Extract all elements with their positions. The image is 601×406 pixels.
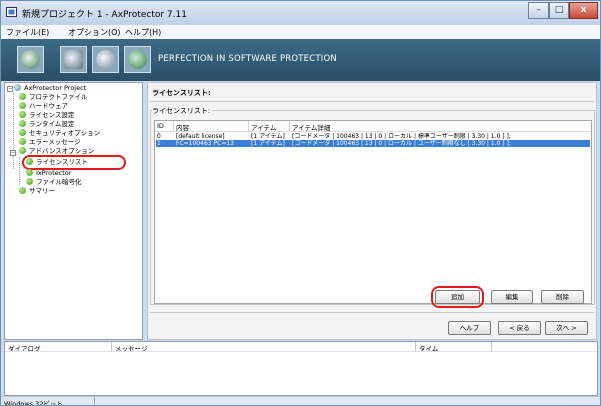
status-icon xyxy=(19,147,26,154)
highlight-ring xyxy=(22,155,126,170)
tree-item-protect-file[interactable]: プロテクトファイル xyxy=(19,93,88,102)
window-title: 新規プロジェクト 1 - AxProtector 7.11 xyxy=(22,10,187,20)
back-button[interactable]: < 戻る xyxy=(498,321,541,335)
edit-button[interactable]: 編集 xyxy=(491,290,533,304)
menu-file[interactable]: ファイル(E) xyxy=(6,27,49,38)
status-icon xyxy=(19,120,26,127)
menu-bar: ファイル(E) オプション(O) ヘルプ(H) xyxy=(1,25,600,40)
maximize-button[interactable]: □ xyxy=(549,2,569,19)
cell-content: FC=100463 PC=13 xyxy=(176,140,234,147)
disc-icon[interactable] xyxy=(92,46,119,73)
tree-item-runtime-settings[interactable]: ランタイム設定 xyxy=(19,120,74,129)
protect-icon[interactable] xyxy=(60,46,87,73)
column-header-id[interactable]: ID xyxy=(157,122,164,130)
page-title: ライセンスリスト: xyxy=(152,89,211,97)
table-row-selected[interactable]: 1 FC=100463 PC=13 [1 アイテム] [コードメータ | 100… xyxy=(156,140,590,147)
cell-id: 0 xyxy=(157,133,161,140)
cell-item: [1 アイテム] xyxy=(251,140,285,147)
help-button[interactable]: ヘルプ xyxy=(448,321,491,335)
status-icon xyxy=(19,138,26,145)
tree-item-license-settings[interactable]: ライセンス設定 xyxy=(19,111,74,120)
banner-tagline: PERFECTION IN SOFTWARE PROTECTION xyxy=(158,54,337,64)
title-bar[interactable]: 新規プロジェクト 1 - AxProtector 7.11 – □ x xyxy=(1,1,600,25)
project-icon[interactable] xyxy=(17,46,44,73)
cell-content: [default license] xyxy=(176,133,225,140)
status-icon xyxy=(19,129,26,136)
minimize-button[interactable]: – xyxy=(528,2,549,19)
tree-item-security-options[interactable]: セキュリティオプション xyxy=(19,129,100,138)
cell-id: 1 xyxy=(157,140,161,147)
status-icon xyxy=(19,111,26,118)
status-icon xyxy=(19,187,26,194)
tree-item-summary[interactable]: サマリー xyxy=(19,187,55,196)
status-bar: Windows 32ビット xyxy=(1,396,600,406)
status-icon xyxy=(19,102,26,109)
app-icon xyxy=(6,7,17,17)
status-icon xyxy=(26,178,33,185)
cell-item-detail: [コードメータ | 100463 | 13 | 0 | ローカル | ユーザー制… xyxy=(292,140,511,147)
divider xyxy=(150,312,594,313)
log-panel: ダイアログ メッセージ タイム xyxy=(4,341,598,396)
tree-item-hardware[interactable]: ハードウェア xyxy=(19,102,68,111)
project-icon xyxy=(14,84,21,91)
cell-item: [1 アイテム] xyxy=(251,133,285,140)
close-button[interactable]: x xyxy=(569,2,598,19)
divider xyxy=(150,101,594,102)
menu-options[interactable]: オプション(O) xyxy=(68,27,121,38)
status-icon xyxy=(26,169,33,176)
status-text: Windows 32ビット xyxy=(4,400,63,406)
highlight-ring xyxy=(431,286,484,308)
cell-item-detail: [コードメータ | 100463 | 13 | 0 | ローカル | 標準ユーザ… xyxy=(292,133,511,140)
tree-item-error-messages[interactable]: エラーメッセージ xyxy=(19,138,81,147)
group-title: ライセンスリスト: xyxy=(152,106,213,116)
tree-item-root[interactable]: AxProtector Project xyxy=(14,84,86,93)
collapse-advanced-icon[interactable]: − xyxy=(10,150,16,156)
table-row[interactable]: 0 [default license] [1 アイテム] [コードメータ | 1… xyxy=(156,133,590,140)
tree-item-ixprotector[interactable]: IxProtector xyxy=(26,169,71,178)
tree-item-file-encryption[interactable]: ファイル暗号化 xyxy=(26,178,82,187)
license-list-panel: ライセンスリスト: ライセンスリスト: ID 内容 アイテム アイテム詳細 0 … xyxy=(147,82,597,340)
status-icon xyxy=(19,93,26,100)
menu-help[interactable]: ヘルプ(H) xyxy=(125,27,161,38)
toolbar-banner: PERFECTION IN SOFTWARE PROTECTION xyxy=(1,39,600,81)
license-list-table[interactable]: ID 内容 アイテム アイテム詳細 0 [default license] [1… xyxy=(154,120,592,304)
globe-icon[interactable] xyxy=(124,46,151,73)
navigation-tree: − AxProtector Project プロテクトファイル ハードウェア ラ… xyxy=(4,82,143,340)
app-window: 新規プロジェクト 1 - AxProtector 7.11 – □ x ファイル… xyxy=(0,0,601,406)
delete-button[interactable]: 削除 xyxy=(541,290,584,304)
collapse-root-icon[interactable]: − xyxy=(7,86,13,92)
next-button[interactable]: 次へ > xyxy=(545,321,588,335)
